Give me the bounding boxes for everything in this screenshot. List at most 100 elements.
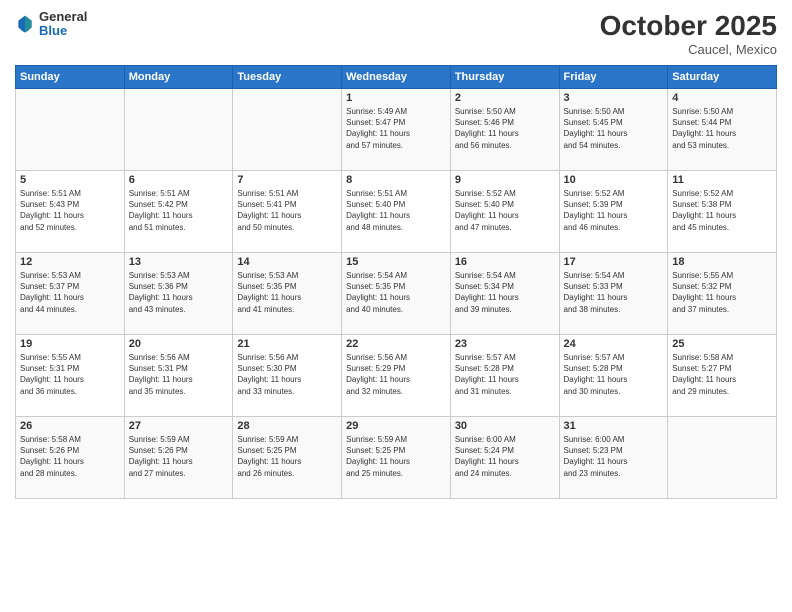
calendar-table: Sunday Monday Tuesday Wednesday Thursday…	[15, 65, 777, 499]
day-number: 27	[129, 420, 229, 432]
day-number: 11	[672, 174, 772, 186]
day-info: Sunrise: 5:52 AM Sunset: 5:39 PM Dayligh…	[564, 188, 664, 233]
day-number: 21	[237, 338, 337, 350]
day-info: Sunrise: 5:56 AM Sunset: 5:29 PM Dayligh…	[346, 352, 446, 397]
calendar-cell: 2 Sunrise: 5:50 AM Sunset: 5:46 PM Daylig…	[450, 89, 559, 171]
col-friday: Friday	[559, 66, 668, 89]
calendar-cell: 26Sunrise: 5:58 AM Sunset: 5:26 PM Dayli…	[16, 417, 125, 499]
calendar-cell: 29Sunrise: 5:59 AM Sunset: 5:25 PM Dayli…	[342, 417, 451, 499]
day-info: Sunrise: 5:56 AM Sunset: 5:31 PM Dayligh…	[129, 352, 229, 397]
calendar-cell: 11 Sunrise: 5:52 AM Sunset: 5:38 PM Dayli…	[668, 171, 777, 253]
calendar-cell: 16 Sunrise: 5:54 AM Sunset: 5:34 PM Dayli…	[450, 253, 559, 335]
week-row-4: 19Sunrise: 5:55 AM Sunset: 5:31 PM Dayli…	[16, 335, 777, 417]
calendar-cell: 20Sunrise: 5:56 AM Sunset: 5:31 PM Dayli…	[124, 335, 233, 417]
logo-blue-text: Blue	[39, 24, 87, 38]
header-row: Sunday Monday Tuesday Wednesday Thursday…	[16, 66, 777, 89]
day-info: Sunrise: 5:59 AM Sunset: 5:25 PM Dayligh…	[237, 434, 337, 479]
week-row-3: 12Sunrise: 5:53 AM Sunset: 5:37 PM Dayli…	[16, 253, 777, 335]
day-number: 25	[672, 338, 772, 350]
day-info: Sunrise: 5:51 AM Sunset: 5:41 PM Dayligh…	[237, 188, 337, 233]
calendar-cell: 21 Sunrise: 5:56 AM Sunset: 5:30 PM Dayli…	[233, 335, 342, 417]
day-info: Sunrise: 5:52 AM Sunset: 5:38 PM Dayligh…	[672, 188, 772, 233]
calendar-cell: 4Sunrise: 5:50 AM Sunset: 5:44 PM Daylig…	[668, 89, 777, 171]
day-number: 15	[346, 256, 446, 268]
calendar-cell	[124, 89, 233, 171]
day-number: 9	[455, 174, 555, 186]
col-sunday: Sunday	[16, 66, 125, 89]
day-info: Sunrise: 5:56 AM Sunset: 5:30 PM Dayligh…	[237, 352, 337, 397]
calendar-cell: 14Sunrise: 5:53 AM Sunset: 5:35 PM Dayli…	[233, 253, 342, 335]
day-number: 13	[129, 256, 229, 268]
week-row-1: 1 Sunrise: 5:49 AM Sunset: 5:47 PM Daylig…	[16, 89, 777, 171]
day-number: 23	[455, 338, 555, 350]
day-info: Sunrise: 5:50 AM Sunset: 5:46 PM Dayligh…	[455, 106, 555, 151]
day-info: Sunrise: 5:54 AM Sunset: 5:33 PM Dayligh…	[564, 270, 664, 315]
calendar-cell: 13 Sunrise: 5:53 AM Sunset: 5:36 PM Dayli…	[124, 253, 233, 335]
calendar-cell: 10 Sunrise: 5:52 AM Sunset: 5:39 PM Dayli…	[559, 171, 668, 253]
calendar-cell: 7Sunrise: 5:51 AM Sunset: 5:41 PM Daylig…	[233, 171, 342, 253]
calendar-cell: 15Sunrise: 5:54 AM Sunset: 5:35 PM Dayli…	[342, 253, 451, 335]
calendar-cell: 28 Sunrise: 5:59 AM Sunset: 5:25 PM Dayli…	[233, 417, 342, 499]
day-number: 28	[237, 420, 337, 432]
col-thursday: Thursday	[450, 66, 559, 89]
header: General Blue October 2025 Caucel, Mexico	[15, 10, 777, 57]
day-info: Sunrise: 5:53 AM Sunset: 5:36 PM Dayligh…	[129, 270, 229, 315]
calendar-cell: 25 Sunrise: 5:58 AM Sunset: 5:27 PM Dayli…	[668, 335, 777, 417]
calendar-cell: 23 Sunrise: 5:57 AM Sunset: 5:28 PM Dayli…	[450, 335, 559, 417]
day-number: 1	[346, 92, 446, 104]
logo-icon	[15, 14, 35, 34]
day-info: Sunrise: 5:50 AM Sunset: 5:44 PM Dayligh…	[672, 106, 772, 151]
day-number: 24	[564, 338, 664, 350]
location: Caucel, Mexico	[600, 42, 777, 57]
calendar-cell	[668, 417, 777, 499]
calendar-cell: 3 Sunrise: 5:50 AM Sunset: 5:45 PM Daylig…	[559, 89, 668, 171]
calendar-cell	[16, 89, 125, 171]
day-number: 14	[237, 256, 337, 268]
day-info: Sunrise: 5:51 AM Sunset: 5:43 PM Dayligh…	[20, 188, 120, 233]
day-info: Sunrise: 5:57 AM Sunset: 5:28 PM Dayligh…	[564, 352, 664, 397]
day-info: Sunrise: 5:51 AM Sunset: 5:40 PM Dayligh…	[346, 188, 446, 233]
title-block: October 2025 Caucel, Mexico	[600, 10, 777, 57]
col-tuesday: Tuesday	[233, 66, 342, 89]
calendar-cell: 5 Sunrise: 5:51 AM Sunset: 5:43 PM Daylig…	[16, 171, 125, 253]
page: General Blue October 2025 Caucel, Mexico…	[0, 0, 792, 612]
day-info: Sunrise: 5:55 AM Sunset: 5:32 PM Dayligh…	[672, 270, 772, 315]
day-number: 17	[564, 256, 664, 268]
month-title: October 2025	[600, 10, 777, 42]
day-number: 3	[564, 92, 664, 104]
calendar-cell: 12Sunrise: 5:53 AM Sunset: 5:37 PM Dayli…	[16, 253, 125, 335]
day-number: 5	[20, 174, 120, 186]
day-number: 29	[346, 420, 446, 432]
day-number: 10	[564, 174, 664, 186]
calendar-cell: 30Sunrise: 6:00 AM Sunset: 5:24 PM Dayli…	[450, 417, 559, 499]
calendar-cell: 31Sunrise: 6:00 AM Sunset: 5:23 PM Dayli…	[559, 417, 668, 499]
day-info: Sunrise: 5:54 AM Sunset: 5:34 PM Dayligh…	[455, 270, 555, 315]
day-info: Sunrise: 5:49 AM Sunset: 5:47 PM Dayligh…	[346, 106, 446, 151]
day-info: Sunrise: 5:50 AM Sunset: 5:45 PM Dayligh…	[564, 106, 664, 151]
day-info: Sunrise: 5:59 AM Sunset: 5:26 PM Dayligh…	[129, 434, 229, 479]
day-number: 31	[564, 420, 664, 432]
calendar-cell	[233, 89, 342, 171]
day-number: 18	[672, 256, 772, 268]
col-wednesday: Wednesday	[342, 66, 451, 89]
week-row-2: 5 Sunrise: 5:51 AM Sunset: 5:43 PM Daylig…	[16, 171, 777, 253]
day-number: 26	[20, 420, 120, 432]
col-saturday: Saturday	[668, 66, 777, 89]
day-info: Sunrise: 5:57 AM Sunset: 5:28 PM Dayligh…	[455, 352, 555, 397]
calendar-cell: 22Sunrise: 5:56 AM Sunset: 5:29 PM Dayli…	[342, 335, 451, 417]
day-info: Sunrise: 5:58 AM Sunset: 5:27 PM Dayligh…	[672, 352, 772, 397]
calendar-cell: 24 Sunrise: 5:57 AM Sunset: 5:28 PM Dayli…	[559, 335, 668, 417]
logo-text: General Blue	[39, 10, 87, 39]
day-number: 2	[455, 92, 555, 104]
calendar-cell: 8 Sunrise: 5:51 AM Sunset: 5:40 PM Daylig…	[342, 171, 451, 253]
day-number: 19	[20, 338, 120, 350]
week-row-5: 26Sunrise: 5:58 AM Sunset: 5:26 PM Dayli…	[16, 417, 777, 499]
calendar-cell: 17 Sunrise: 5:54 AM Sunset: 5:33 PM Dayli…	[559, 253, 668, 335]
col-monday: Monday	[124, 66, 233, 89]
calendar-cell: 27 Sunrise: 5:59 AM Sunset: 5:26 PM Dayli…	[124, 417, 233, 499]
calendar-cell: 1 Sunrise: 5:49 AM Sunset: 5:47 PM Daylig…	[342, 89, 451, 171]
calendar-cell: 9Sunrise: 5:52 AM Sunset: 5:40 PM Daylig…	[450, 171, 559, 253]
day-number: 16	[455, 256, 555, 268]
day-info: Sunrise: 5:51 AM Sunset: 5:42 PM Dayligh…	[129, 188, 229, 233]
day-number: 8	[346, 174, 446, 186]
